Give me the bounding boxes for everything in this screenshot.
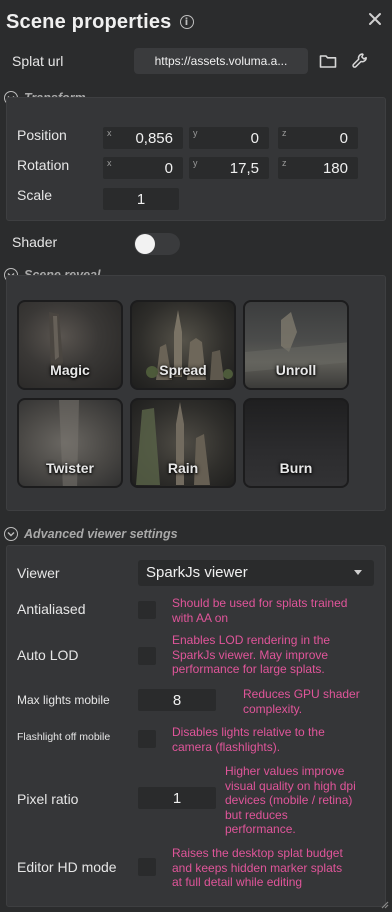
axis-y-label: y bbox=[193, 128, 198, 138]
auto-lod-description: Enables LOD rendering in the SparkJs vie… bbox=[172, 633, 330, 677]
splat-url-field[interactable]: https://assets.voluma.a... bbox=[134, 48, 308, 74]
desc-line: Reduces GPU shader bbox=[243, 687, 360, 701]
desc-line: at full detail while editing bbox=[172, 875, 303, 889]
card-label: Magic bbox=[50, 362, 90, 378]
antialiased-label: Antialiased bbox=[17, 601, 86, 617]
reveal-card-burn[interactable]: Burn bbox=[243, 398, 349, 488]
resize-handle-icon[interactable] bbox=[379, 899, 389, 909]
rotation-y-field[interactable]: y 17,5 bbox=[189, 157, 269, 179]
max-lights-mobile-field[interactable]: 8 bbox=[138, 689, 216, 711]
pixel-ratio-label: Pixel ratio bbox=[17, 791, 79, 807]
antialiased-checkbox[interactable] bbox=[138, 601, 156, 619]
scale-label: Scale bbox=[17, 187, 53, 203]
reveal-card-unroll[interactable]: Unroll bbox=[243, 300, 349, 390]
desc-line: Raises the desktop splat budget bbox=[172, 846, 343, 860]
position-x-field[interactable]: x 0,856 bbox=[103, 127, 183, 149]
wrench-icon[interactable] bbox=[350, 51, 370, 71]
editor-hd-mode-checkbox[interactable] bbox=[138, 858, 156, 876]
panel-header: Scene properties i bbox=[6, 8, 194, 36]
max-lights-mobile-description: Reduces GPU shader complexity. bbox=[243, 687, 360, 716]
reveal-card-rain[interactable]: Rain bbox=[130, 398, 236, 488]
desc-line: visual quality on high dpi bbox=[225, 778, 356, 793]
editor-hd-mode-label: Editor HD mode bbox=[17, 859, 117, 875]
axis-y-label: y bbox=[193, 158, 198, 168]
pixel-ratio-description: Higher values improve visual quality on … bbox=[225, 764, 356, 837]
viewer-select[interactable]: SparkJs viewer bbox=[138, 560, 374, 586]
scale-field[interactable]: 1 bbox=[103, 188, 179, 210]
position-y-field[interactable]: y 0 bbox=[189, 127, 269, 149]
reveal-card-spread[interactable]: Spread bbox=[130, 300, 236, 390]
rotation-z-field[interactable]: z 180 bbox=[278, 157, 358, 179]
flashlight-off-mobile-label: Flashlight off mobile bbox=[17, 731, 111, 743]
max-lights-mobile-label: Max lights mobile bbox=[17, 693, 110, 707]
card-label: Spread bbox=[159, 362, 207, 378]
editor-hd-mode-description: Raises the desktop splat budget and keep… bbox=[172, 846, 343, 890]
position-y-value: 0 bbox=[250, 130, 259, 147]
position-z-value: 0 bbox=[339, 130, 348, 147]
desc-line: camera (flashlights). bbox=[172, 739, 281, 754]
card-label: Twister bbox=[46, 460, 94, 476]
panel-title: Scene properties bbox=[6, 10, 172, 33]
splat-url-label: Splat url bbox=[12, 53, 64, 69]
desc-line: with AA on bbox=[172, 610, 229, 625]
close-icon[interactable] bbox=[368, 12, 382, 26]
viewer-label: Viewer bbox=[17, 565, 60, 581]
auto-lod-label: Auto LOD bbox=[17, 647, 79, 663]
desc-line: Higher values improve bbox=[225, 764, 345, 778]
pixel-ratio-field[interactable]: 1 bbox=[138, 787, 216, 809]
axis-x-label: x bbox=[107, 158, 112, 168]
scale-value: 1 bbox=[136, 191, 146, 208]
flashlight-off-mobile-checkbox[interactable] bbox=[138, 730, 156, 748]
advanced-section-title: Advanced viewer settings bbox=[24, 527, 178, 541]
reveal-card-twister[interactable]: Twister bbox=[17, 398, 123, 488]
info-icon[interactable]: i bbox=[179, 15, 194, 29]
axis-z-label: z bbox=[282, 128, 287, 138]
rotation-x-field[interactable]: x 0 bbox=[103, 157, 183, 179]
toggle-knob bbox=[135, 234, 155, 254]
reveal-card-magic[interactable]: Magic bbox=[17, 300, 123, 390]
desc-line: performance for large splats. bbox=[172, 662, 325, 676]
position-z-field[interactable]: z 0 bbox=[278, 127, 358, 149]
card-label: Rain bbox=[167, 460, 199, 476]
scene-properties-panel: Scene properties i Splat url https://ass… bbox=[0, 0, 392, 912]
shader-label: Shader bbox=[12, 234, 58, 250]
shader-toggle[interactable] bbox=[134, 233, 180, 255]
pixel-ratio-value: 1 bbox=[172, 790, 182, 807]
advanced-section-header[interactable]: Advanced viewer settings bbox=[4, 524, 178, 544]
antialiased-description: Should be used for splats trained with A… bbox=[172, 596, 347, 625]
desc-line: but reduces bbox=[225, 807, 288, 822]
rotation-z-value: 180 bbox=[322, 160, 348, 177]
rotation-label: Rotation bbox=[17, 157, 70, 173]
card-label: Unroll bbox=[275, 362, 317, 378]
desc-line: performance. bbox=[225, 822, 296, 836]
rotation-y-value: 17,5 bbox=[229, 160, 259, 177]
desc-line: SparkJs viewer. May improve bbox=[172, 647, 329, 662]
desc-line: and keeps hidden marker splats bbox=[172, 860, 343, 875]
card-label: Burn bbox=[279, 460, 313, 476]
folder-icon[interactable] bbox=[318, 51, 338, 71]
auto-lod-checkbox[interactable] bbox=[138, 647, 156, 665]
position-label: Position bbox=[17, 127, 67, 143]
desc-line: devices (mobile / retina) bbox=[225, 793, 353, 807]
caret-down-icon bbox=[354, 570, 362, 575]
desc-line: Enables LOD rendering in the bbox=[172, 633, 331, 647]
desc-line: Disables lights relative to the bbox=[172, 725, 325, 739]
desc-line: complexity. bbox=[243, 701, 303, 716]
position-x-value: 0,856 bbox=[135, 130, 173, 147]
desc-line: Should be used for splats trained bbox=[172, 596, 348, 610]
flashlight-off-mobile-description: Disables lights relative to the camera (… bbox=[172, 725, 325, 754]
chevron-down-icon bbox=[4, 527, 18, 541]
max-lights-mobile-value: 8 bbox=[172, 692, 182, 709]
viewer-select-value: SparkJs viewer bbox=[146, 564, 248, 581]
rotation-x-value: 0 bbox=[164, 160, 173, 177]
axis-x-label: x bbox=[107, 128, 112, 138]
axis-z-label: z bbox=[282, 158, 287, 168]
